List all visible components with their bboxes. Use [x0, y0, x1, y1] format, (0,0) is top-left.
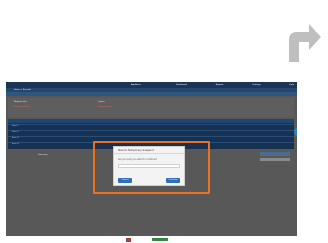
- footer-logos: [120, 236, 190, 242]
- side-action-button[interactable]: [294, 128, 297, 136]
- panel-mid-label: Owner: [98, 101, 105, 103]
- summary-action-button[interactable]: [260, 152, 290, 156]
- sub-nav-bar: [6, 92, 297, 96]
- info-panel: Request Info Status: Pending Owner Assig…: [8, 98, 294, 117]
- panel-mid-value: Assigned user: [98, 106, 113, 108]
- list-item[interactable]: Item 3: [8, 136, 294, 139]
- summary-secondary-button[interactable]: [260, 158, 290, 161]
- highlight-box: [93, 141, 210, 194]
- summary-label: Summary: [38, 154, 48, 156]
- list-item[interactable]: Item 1: [8, 124, 294, 127]
- section-header: [8, 119, 294, 123]
- panel-left-value: Status: Pending: [14, 106, 30, 108]
- panel-left-label: Request Info: [14, 101, 27, 103]
- list-item[interactable]: Item 2: [8, 130, 294, 133]
- footer-logo-red: [126, 238, 131, 242]
- footer-logo-green: [152, 238, 168, 241]
- turn-right-arrow-icon: [283, 18, 323, 64]
